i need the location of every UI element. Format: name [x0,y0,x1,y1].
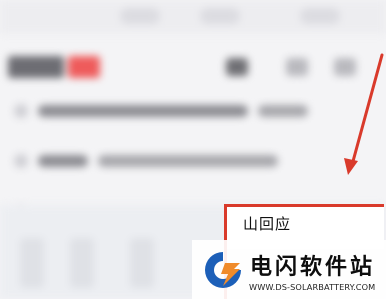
header-icon[interactable] [226,58,248,76]
callout-label: 山回应 [243,215,292,233]
grid-cell [70,238,94,288]
header-icon[interactable] [334,58,356,76]
list-item-text [38,155,88,167]
list-item-text [38,105,248,117]
list-item[interactable] [14,150,332,172]
watermark-url: WWW.DS-SOLARBATTERY.COM [249,282,376,292]
top-bar-button[interactable] [120,8,160,24]
grid-cell [130,238,154,288]
list-item[interactable] [14,100,332,122]
list-bullet-icon [14,104,28,118]
top-bar [0,0,386,34]
logo-part-dark [8,56,64,78]
header-icon[interactable] [286,58,308,76]
grid-cell [20,238,44,288]
app-logo [8,56,100,78]
site-logo-icon [205,252,241,288]
top-bar-button[interactable] [300,8,340,24]
watermark: 电闪软件站 WWW.DS-SOLARBATTERY.COM [192,240,386,299]
top-bar-button[interactable] [200,8,240,24]
logo-part-red [68,56,100,78]
list-item-text [98,155,278,167]
list-bullet-icon [14,154,28,168]
watermark-site-name: 电闪软件站 [250,255,376,280]
list-item-text [258,105,308,117]
